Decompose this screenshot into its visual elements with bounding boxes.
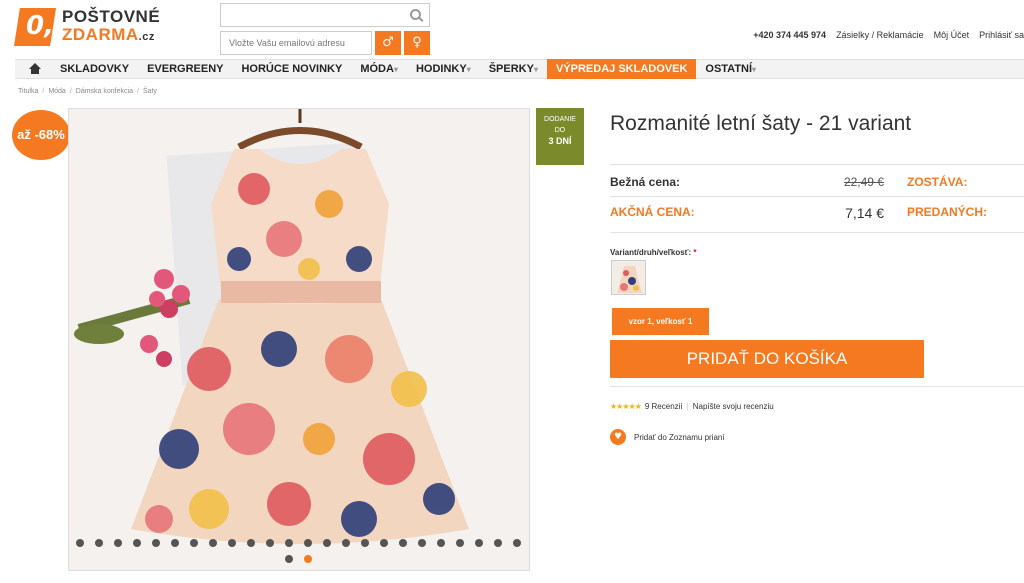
gallery-dot[interactable] — [228, 539, 236, 547]
gallery-dot[interactable] — [513, 539, 521, 547]
search-icon[interactable] — [410, 9, 421, 20]
main-nav: SKLADOVKY EVERGREENY HORÚCE NOVINKY MÓDA… — [15, 59, 1024, 79]
logo-mark: 0, — [14, 8, 56, 46]
variant-thumbnail[interactable] — [611, 260, 646, 295]
remaining-label: ZOSTÁVA: — [907, 175, 968, 189]
logo[interactable]: 0, POŠTOVNÉ ZDARMA.cz — [14, 8, 160, 46]
nav-item-horuce-novinky[interactable]: HORÚCE NOVINKY — [232, 59, 351, 79]
variant-select-button[interactable]: vzor 1, veľkosť 1 — [612, 308, 709, 335]
nav-item-sperky[interactable]: ŠPERKY▾ — [480, 59, 547, 79]
nav-item-hodinky[interactable]: HODINKY▾ — [407, 59, 480, 79]
gallery-dot[interactable] — [399, 539, 407, 547]
nav-item-ostatni[interactable]: OSTATNÍ▾ — [696, 59, 765, 79]
dress-illustration — [74, 109, 469, 544]
gallery-dot[interactable] — [247, 539, 255, 547]
delivery-badge: DODANIE DO 3 DNÍ — [536, 108, 584, 165]
add-to-cart-button[interactable]: PRIDAŤ DO KOŠÍKA — [610, 340, 924, 378]
shipments-link[interactable]: Zásielky / Reklamácie — [836, 30, 924, 40]
gallery-dot[interactable] — [133, 539, 141, 547]
chevron-down-icon: ▾ — [533, 65, 538, 74]
gallery-dot[interactable] — [152, 539, 160, 547]
gallery-dot[interactable] — [95, 539, 103, 547]
gallery-dot[interactable] — [285, 539, 293, 547]
gallery-dot[interactable] — [475, 539, 483, 547]
reviews-row: ★★★★★ 9 Recenzií | Napíšte svoju recenzi… — [610, 402, 774, 411]
product-image[interactable] — [68, 108, 530, 571]
sale-price-label: AKČNÁ CENA: — [610, 205, 695, 219]
chevron-down-icon: ▾ — [752, 65, 757, 74]
heart-icon: ♥ — [610, 429, 626, 445]
gallery-dot[interactable] — [437, 539, 445, 547]
wishlist-label: Pridať do Zoznamu prianí — [634, 432, 725, 442]
breadcrumb-item[interactable]: Dámska konfekcia — [76, 88, 133, 95]
gallery-dot[interactable] — [361, 539, 369, 547]
divider — [610, 164, 1024, 165]
phone-number: +420 374 445 974 — [753, 30, 827, 40]
gallery-dot[interactable] — [266, 539, 274, 547]
wishlist-link[interactable]: ♥ Pridať do Zoznamu prianí — [610, 429, 725, 445]
regular-price: 22,49 € — [843, 175, 884, 189]
gallery-dot[interactable] — [304, 555, 312, 563]
nav-item-vypredaj[interactable]: VÝPREDAJ SKLADOVEK — [546, 59, 697, 79]
account-link[interactable]: Môj Účet — [934, 30, 970, 40]
breadcrumb-item[interactable]: Móda — [48, 88, 66, 95]
gallery-dot[interactable] — [418, 539, 426, 547]
gallery-dot[interactable] — [171, 539, 179, 547]
logo-line-2: ZDARMA.cz — [62, 25, 155, 44]
nav-item-skladovky[interactable]: SKLADOVKY — [51, 59, 138, 79]
divider — [610, 232, 1024, 233]
write-review-link[interactable]: Napíšte svoju recenziu — [693, 402, 774, 411]
regular-price-label: Bežná cena: — [610, 175, 681, 189]
gallery-dot[interactable] — [380, 539, 388, 547]
gallery-dot[interactable] — [342, 539, 350, 547]
breadcrumb: Titulka / Móda / Dámska konfekcia / Šaty — [18, 88, 157, 95]
variant-label: Variant/druh/veľkosť: * — [610, 248, 697, 257]
gallery-dot[interactable] — [456, 539, 464, 547]
breadcrumb-item[interactable]: Šaty — [143, 88, 157, 95]
search-input[interactable] — [220, 3, 430, 27]
rating-stars-icon: ★★★★★ — [610, 402, 642, 411]
discount-badge: až -68% — [12, 110, 70, 160]
home-icon[interactable] — [15, 59, 51, 79]
male-subscribe-button[interactable]: ♂ — [375, 31, 401, 55]
divider — [610, 386, 1024, 387]
chevron-down-icon: ▾ — [393, 65, 398, 74]
gallery-dot[interactable] — [190, 539, 198, 547]
female-subscribe-button[interactable]: ♀ — [404, 31, 430, 55]
gallery-dot[interactable] — [209, 539, 217, 547]
gallery-dots — [70, 537, 530, 567]
gallery-dot[interactable] — [114, 539, 122, 547]
sold-label: PREDANÝCH: — [907, 205, 988, 219]
nav-item-moda[interactable]: MÓDA▾ — [351, 59, 407, 79]
breadcrumb-item[interactable]: Titulka — [18, 88, 38, 95]
nav-item-evergreeny[interactable]: EVERGREENY — [138, 59, 232, 79]
sale-price: 7,14 € — [845, 205, 884, 221]
gallery-dot[interactable] — [304, 539, 312, 547]
chevron-down-icon: ▾ — [466, 65, 471, 74]
gallery-dot[interactable] — [323, 539, 331, 547]
logo-line-1: POŠTOVNÉ — [62, 7, 161, 26]
gallery-dot[interactable] — [76, 539, 84, 547]
product-page: 0, POŠTOVNÉ ZDARMA.cz ♂ ♀ +420 374 445 9… — [0, 0, 1024, 583]
divider — [610, 196, 1024, 197]
header: 0, POŠTOVNÉ ZDARMA.cz ♂ ♀ +420 374 445 9… — [0, 0, 1024, 60]
login-link[interactable]: Prihlásiť sa — [979, 30, 1024, 40]
top-links: +420 374 445 974 Zásielky / Reklamácie M… — [753, 30, 1024, 40]
gallery-dot[interactable] — [285, 555, 293, 563]
newsletter-email-field[interactable] — [220, 31, 372, 55]
reviews-count-link[interactable]: 9 Recenzií — [645, 402, 683, 411]
product-title: Rozmanité letní šaty - 21 variant — [610, 112, 912, 135]
dress-thumbnail-image — [617, 266, 642, 293]
gallery-dot[interactable] — [494, 539, 502, 547]
